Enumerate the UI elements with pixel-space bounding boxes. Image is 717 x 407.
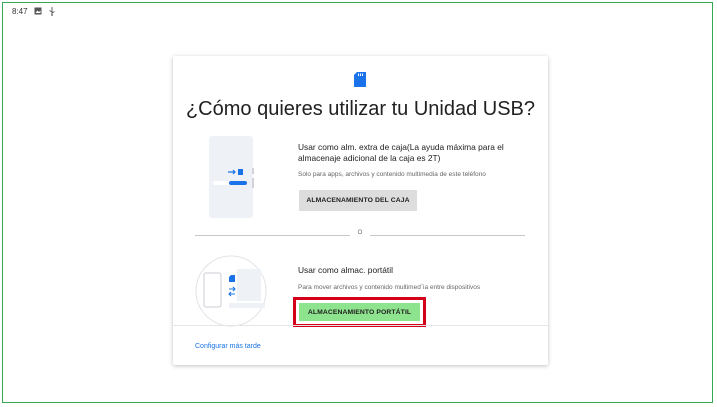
internal-option-subtitle: Solo para apps, archivos y contenido mul… bbox=[298, 171, 486, 178]
divider-left bbox=[195, 235, 350, 236]
portable-storage-illustration bbox=[195, 255, 267, 327]
portable-storage-button[interactable]: ALMACENAMIENTO PORTÁTIL bbox=[299, 303, 420, 321]
configure-later-link[interactable]: Configurar más tarde bbox=[195, 343, 261, 350]
dialog-title: ¿Cómo quieres utilizar tu Unidad USB? bbox=[185, 98, 536, 120]
status-time: 8:47 bbox=[12, 6, 28, 16]
phone-storage-illustration bbox=[209, 136, 254, 218]
usb-setup-dialog: ¿Cómo quieres utilizar tu Unidad USB? Us… bbox=[173, 56, 548, 365]
divider-label: O bbox=[357, 230, 363, 236]
portable-option-title: Usar como almac. portátil bbox=[298, 265, 393, 275]
usb-icon bbox=[48, 7, 56, 16]
status-bar: 8:47 bbox=[12, 5, 56, 17]
image-icon bbox=[34, 7, 42, 15]
sd-card-icon bbox=[354, 72, 366, 87]
footer-divider bbox=[173, 325, 548, 326]
internal-storage-button[interactable]: ALMACENAMIENTO DEL CAJA bbox=[299, 190, 417, 211]
divider-right bbox=[370, 235, 525, 236]
portable-option-subtitle: Para mover archivos y contenido multimed… bbox=[298, 284, 481, 291]
internal-option-title: Usar como alm. extra de caja(La ayuda má… bbox=[298, 142, 504, 163]
